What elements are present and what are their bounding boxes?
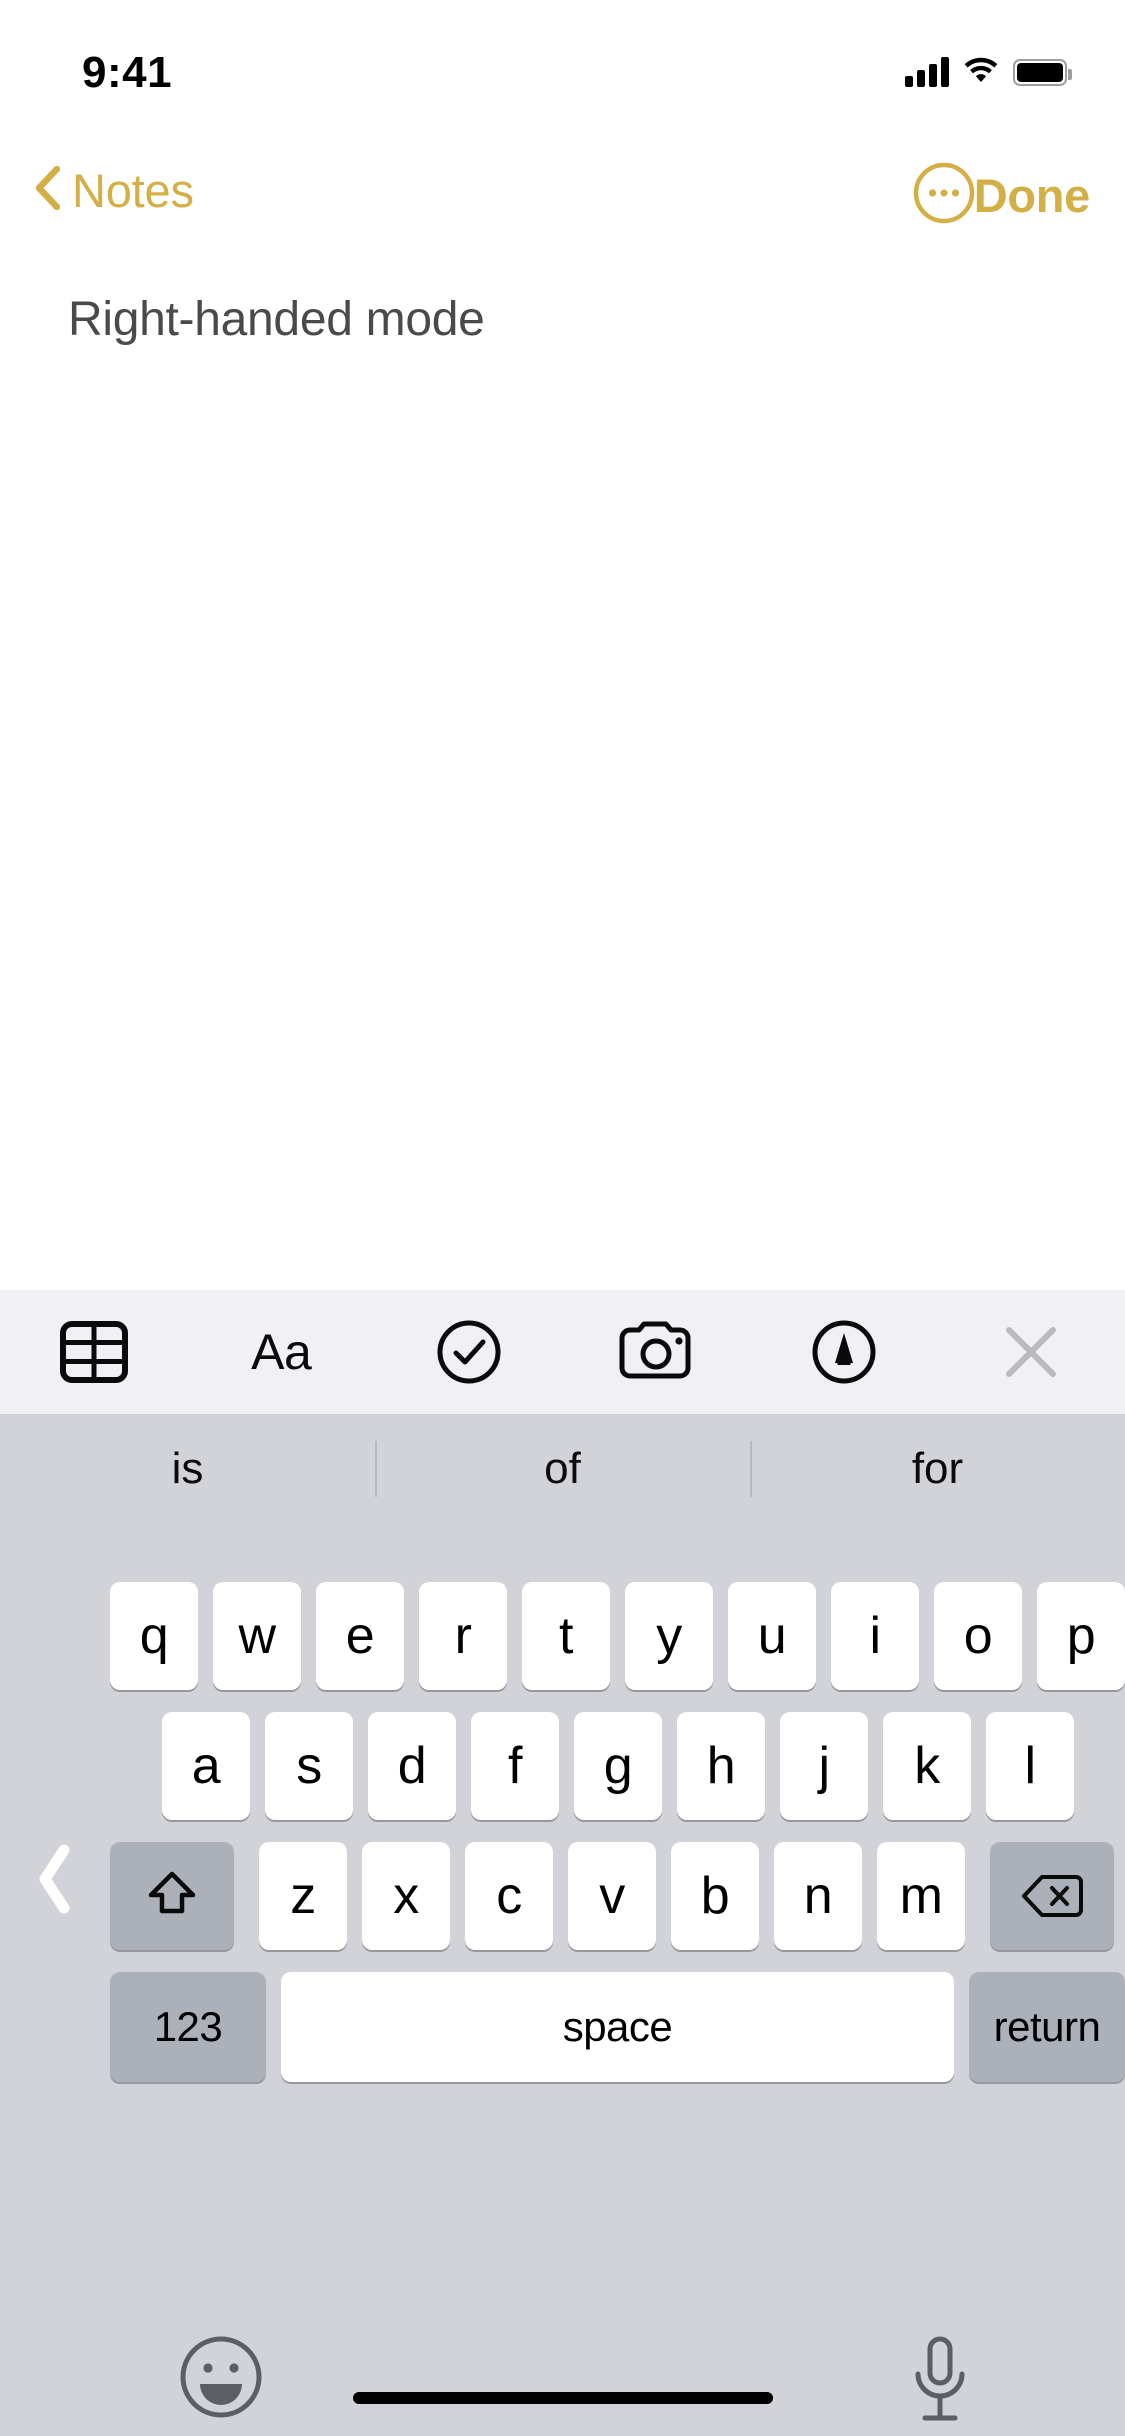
table-icon [59,1321,128,1383]
key-m[interactable]: m [877,1842,965,1950]
keyboard-row-2: a s d f g h j k l [110,1712,1125,1820]
key-g[interactable]: g [574,1712,662,1820]
navigation-bar: Notes Done [0,132,1125,250]
markup-button[interactable] [750,1290,938,1414]
close-icon [1006,1327,1057,1377]
key-d[interactable]: d [368,1712,456,1820]
ellipsis-circle-icon [913,162,975,224]
keyboard-expand-handle[interactable] [20,1834,90,1924]
emoji-key[interactable] [178,2334,264,2420]
note-body-text[interactable]: Right-handed mode [68,290,485,350]
keyboard-row-3: z x c v b n m [110,1842,1125,1950]
checklist-icon [437,1320,501,1384]
checklist-button[interactable] [375,1290,563,1414]
close-keyboard-button[interactable] [938,1290,1125,1414]
status-bar: 9:41 [0,0,1125,132]
key-q[interactable]: q [110,1582,198,1690]
key-r[interactable]: r [419,1582,507,1690]
key-t[interactable]: t [522,1582,610,1690]
shift-key[interactable] [110,1842,234,1950]
signal-bars-icon [905,57,949,87]
insert-table-button[interactable] [0,1290,188,1414]
key-l[interactable]: l [986,1712,1074,1820]
done-button[interactable]: Done [974,168,1091,223]
delete-backward-icon [1022,1875,1083,1917]
back-to-notes-button[interactable]: Notes [26,154,202,226]
back-button-label: Notes [72,163,194,217]
key-v[interactable]: v [568,1842,656,1950]
software-keyboard: is of for q w e r t y u i o p a s d f g … [0,1414,1125,2436]
keyboard-key-area: q w e r t y u i o p a s d f g h j k l z … [110,1524,1125,2436]
home-indicator[interactable] [352,2392,773,2404]
status-bar-indicators [905,52,1072,92]
battery-full-icon [1013,58,1072,86]
key-a[interactable]: a [162,1712,250,1820]
key-b[interactable]: b [671,1842,759,1950]
chevron-left-icon [34,165,61,215]
emoji-smiley-icon [180,2336,262,2418]
camera-button[interactable] [563,1290,751,1414]
key-y[interactable]: y [625,1582,713,1690]
predictive-text-bar: is of for [0,1414,1125,1524]
dictation-key[interactable] [905,2334,975,2426]
key-p[interactable]: p [1037,1582,1125,1690]
prediction-candidate-1[interactable]: is [0,1414,375,1524]
text-format-button[interactable]: Aa [188,1290,376,1414]
camera-icon [619,1321,691,1379]
key-i[interactable]: i [831,1582,919,1690]
more-options-button[interactable] [913,162,975,224]
key-s[interactable]: s [265,1712,353,1820]
key-z[interactable]: z [259,1842,347,1950]
key-e[interactable]: e [316,1582,404,1690]
key-u[interactable]: u [728,1582,816,1690]
note-editor[interactable]: Right-handed mode [0,250,1125,1290]
shift-arrow-icon [148,1871,196,1914]
key-j[interactable]: j [780,1712,868,1820]
iphone-screen: 9:41 Notes Done Right-handed mode Aa is … [0,0,1125,2436]
key-f[interactable]: f [471,1712,559,1820]
return-key[interactable]: return [969,1972,1125,2082]
backspace-key[interactable] [990,1842,1114,1950]
key-h[interactable]: h [677,1712,765,1820]
key-n[interactable]: n [774,1842,862,1950]
prediction-candidate-2[interactable]: of [375,1414,750,1524]
key-k[interactable]: k [883,1712,971,1820]
status-bar-time: 9:41 [82,48,173,97]
key-x[interactable]: x [362,1842,450,1950]
microphone-icon [915,2336,965,2421]
keyboard-row-4: 123 space return [110,1972,1125,2082]
text-format-icon: Aa [251,1324,312,1380]
numbers-key[interactable]: 123 [110,1972,266,2082]
chevron-left-icon [39,1844,70,1914]
notes-format-toolbar: Aa [0,1290,1125,1414]
key-c[interactable]: c [465,1842,553,1950]
markup-pen-icon [812,1320,876,1384]
keyboard-row-1: q w e r t y u i o p [110,1582,1125,1690]
space-key[interactable]: space [281,1972,954,2082]
prediction-candidate-3[interactable]: for [750,1414,1125,1524]
key-o[interactable]: o [934,1582,1022,1690]
key-w[interactable]: w [213,1582,301,1690]
wifi-icon [963,56,999,89]
